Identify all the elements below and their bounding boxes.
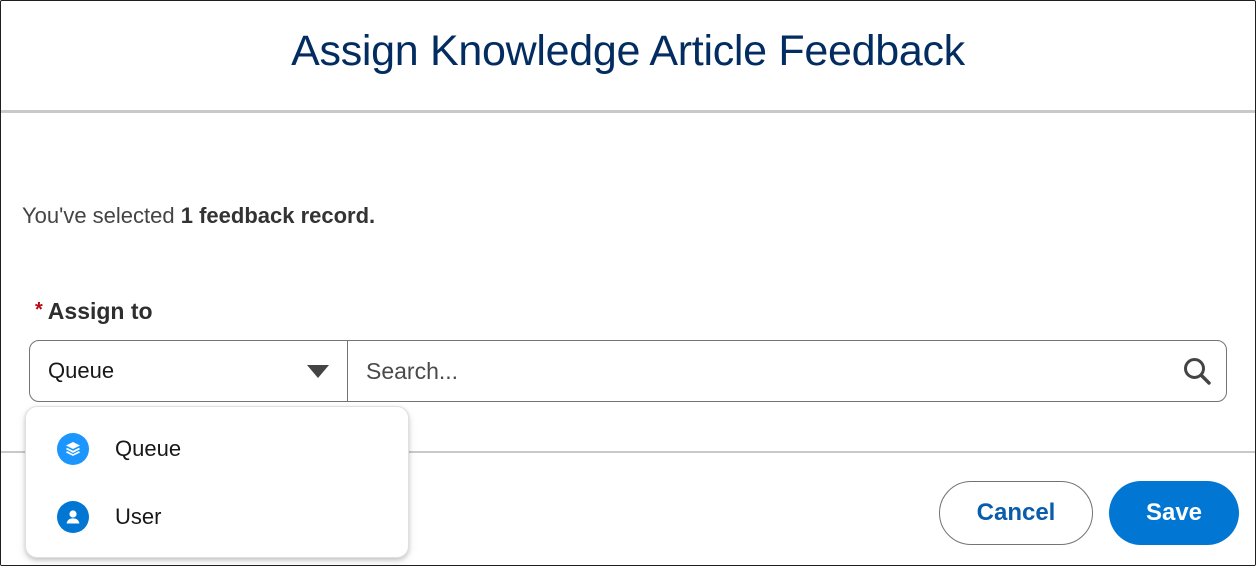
search-input[interactable] [364, 356, 1180, 386]
selection-prefix: You've selected [22, 203, 181, 228]
dropdown-option-queue[interactable]: Queue [26, 420, 408, 478]
user-icon [57, 501, 89, 533]
assign-to-label-text: Assign to [47, 298, 153, 324]
caret-down-icon [307, 364, 329, 378]
dropdown-option-label: User [115, 504, 162, 529]
dropdown-option-label: Queue [115, 436, 182, 461]
save-button[interactable]: Save [1109, 481, 1239, 545]
queue-stack-icon [57, 433, 89, 465]
search-wrapper [348, 341, 1226, 401]
assignee-type-dropdown: Queue User [25, 406, 409, 558]
assign-to-combobox: Queue [29, 340, 1227, 402]
selection-count: 1 feedback record. [180, 203, 376, 228]
assign-to-label: * Assign to [35, 298, 153, 325]
modal-title: Assign Knowledge Article Feedback [291, 27, 965, 75]
assignee-type-select[interactable]: Queue [30, 341, 348, 401]
selection-summary: You've selected 1 feedback record. [22, 203, 375, 229]
dropdown-option-user[interactable]: User [26, 488, 408, 546]
cancel-button[interactable]: Cancel [939, 481, 1093, 545]
assignee-type-value: Queue [48, 358, 115, 383]
required-indicator: * [35, 299, 43, 321]
search-icon[interactable] [1180, 354, 1214, 388]
modal-header: Assign Knowledge Article Feedback [1, 1, 1255, 113]
